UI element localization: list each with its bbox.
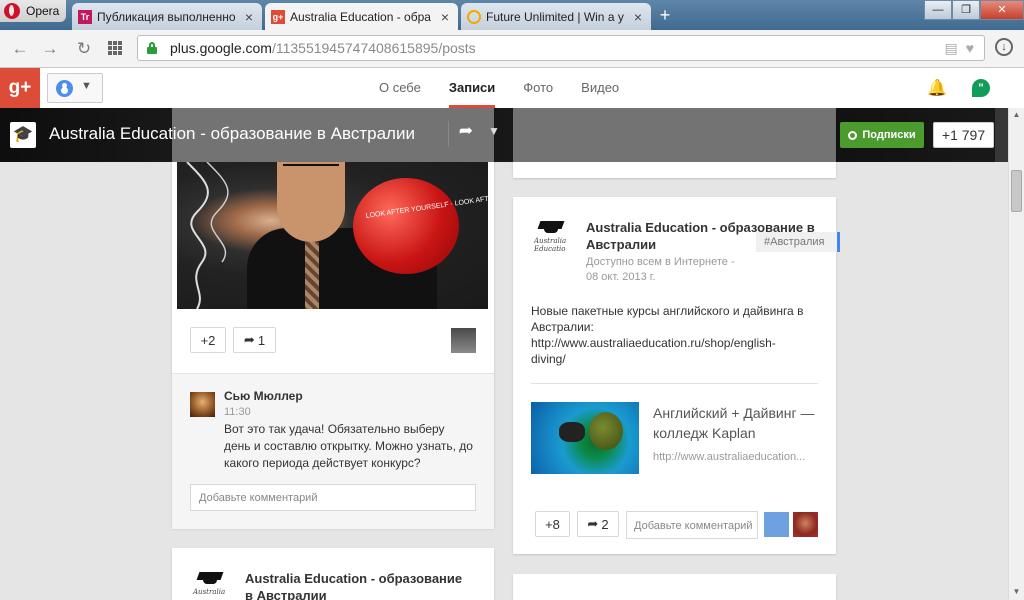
- account-switcher-button[interactable]: ▼: [47, 73, 103, 103]
- speed-dial-grid-icon[interactable]: [108, 41, 122, 55]
- tab-favicon-icon: [467, 9, 481, 24]
- tab-close-icon[interactable]: ×: [631, 9, 645, 25]
- comments-section: Сью Мюллер 11:30 Вот это так удача! Обяз…: [172, 373, 494, 529]
- back-arrow-icon[interactable]: ←: [10, 39, 30, 59]
- forward-arrow-icon[interactable]: →: [40, 39, 60, 59]
- tab-close-icon[interactable]: ×: [438, 9, 452, 25]
- address-actions: ▤ ♥: [944, 40, 974, 57]
- opera-logo-icon: [4, 3, 20, 19]
- avatar[interactable]: [764, 512, 789, 537]
- opera-menu-label: Opera: [26, 4, 60, 18]
- browser-tab-strip: Opera Tr Публикация выполненно × g+ Aust…: [0, 0, 1024, 30]
- gplus-header: g+ ▼ О себе Записи Фото Видео 🔔 ": [0, 68, 1024, 109]
- maximize-icon[interactable]: ❐: [952, 0, 980, 20]
- address-toolbar: ← → ↻ plus.google.com/113551945747408615…: [0, 30, 1024, 68]
- post-card-left-2: Australia Australia Education - образова…: [172, 548, 494, 600]
- profile-avatar[interactable]: 🎓: [10, 122, 36, 148]
- scrollbar-thumb[interactable]: [1011, 170, 1022, 212]
- hashtag-tag[interactable]: #Австралия: [756, 232, 840, 252]
- divider: [531, 383, 818, 384]
- share-button[interactable]: ➦ 1: [233, 327, 276, 353]
- post-link-text[interactable]: http://www.australiaeducation.ru/shop/en…: [531, 335, 801, 367]
- profile-tabs: О себе Записи Фото Видео: [365, 68, 633, 108]
- plus-one-button[interactable]: +2: [190, 327, 226, 353]
- reload-icon[interactable]: ↻: [74, 39, 94, 59]
- close-window-icon[interactable]: ✕: [980, 0, 1024, 20]
- avatar[interactable]: [793, 512, 818, 537]
- chevron-down-icon: ▼: [81, 80, 92, 92]
- chevron-down-icon[interactable]: ▼: [488, 124, 500, 138]
- tab-title: Future Unlimited | Win a y: [486, 9, 624, 24]
- page-scrollbar[interactable]: ▲ ▼: [1008, 108, 1024, 600]
- comment-time: 11:30: [224, 406, 251, 418]
- profile-bar: 🎓 Australia Education - образование в Ав…: [0, 108, 995, 162]
- post-date[interactable]: 08 окт. 2013 г.: [586, 270, 656, 285]
- address-field[interactable]: plus.google.com/113551945747408615895/po…: [137, 35, 985, 61]
- bell-icon[interactable]: 🔔: [927, 78, 947, 98]
- share-count: 2: [601, 516, 609, 532]
- link-preview-title[interactable]: Английский + Дайвинг — колледж Kaplan: [653, 403, 823, 443]
- url-text: plus.google.com/113551945747408615895/po…: [170, 40, 476, 56]
- download-icon[interactable]: ↓: [995, 38, 1013, 56]
- tab-close-icon[interactable]: ×: [242, 9, 256, 25]
- browser-tab-publication[interactable]: Tr Публикация выполненно ×: [72, 3, 262, 30]
- gplus-logo[interactable]: g+: [0, 68, 40, 108]
- follow-label: Подписки: [862, 129, 916, 141]
- share-arrow-icon: ➦: [243, 332, 255, 347]
- hangouts-icon[interactable]: ": [972, 79, 990, 97]
- minimize-icon[interactable]: —: [924, 0, 952, 20]
- heart-icon[interactable]: ♥: [966, 40, 974, 57]
- page-content: LOOK AFTER YOURSELF · LOOK AFTER ONE ANO…: [0, 108, 1008, 600]
- comment-text: Вот это так удача! Обязательно выберу де…: [224, 422, 473, 470]
- link-preview-image[interactable]: [531, 402, 639, 474]
- author-logo[interactable]: Australia: [192, 568, 228, 600]
- plus-one-count[interactable]: +1 797: [933, 122, 994, 148]
- tab-videos[interactable]: Видео: [567, 68, 633, 108]
- post-card-left: LOOK AFTER YOURSELF · LOOK AFTER ONE ANO…: [172, 108, 494, 529]
- lock-icon: [147, 42, 157, 54]
- tab-posts[interactable]: Записи: [435, 68, 509, 108]
- speed-dial-add-icon[interactable]: ▤: [944, 40, 957, 57]
- post-photo[interactable]: LOOK AFTER YOURSELF · LOOK AFTER ONE ANO…: [177, 162, 488, 309]
- profile-name[interactable]: Australia Education - образование в Авст…: [49, 124, 415, 144]
- browser-tab-australia-education[interactable]: g+ Australia Education - обра ×: [265, 3, 458, 30]
- tab-title: Australia Education - обра: [290, 9, 431, 24]
- avatar[interactable]: [451, 328, 476, 353]
- tab-photos[interactable]: Фото: [509, 68, 567, 108]
- scroll-down-icon[interactable]: ▼: [1011, 587, 1022, 598]
- post-text: Новые пакетные курсы английского и дайви…: [531, 304, 804, 334]
- opera-menu-button[interactable]: Opera: [0, 0, 66, 22]
- share-arrow-icon: ➦: [587, 516, 599, 531]
- share-count: 1: [257, 332, 266, 348]
- chalk-drawing: [186, 162, 229, 309]
- post-author-name[interactable]: Australia Education - образование в Авст…: [245, 570, 470, 600]
- link-preview-url[interactable]: http://www.australiaeducation...: [653, 451, 805, 463]
- tab-about[interactable]: О себе: [365, 68, 435, 108]
- post-visibility: Доступно всем в Интернете -: [586, 256, 735, 268]
- plus-one-button[interactable]: +8: [535, 511, 570, 537]
- tab-favicon-icon: g+: [271, 9, 285, 24]
- new-tab-icon[interactable]: +: [655, 6, 675, 24]
- follow-circle-icon: [848, 130, 858, 140]
- tab-favicon-icon: Tr: [78, 9, 92, 24]
- account-avatar-icon: [56, 80, 73, 97]
- commenter-avatar[interactable]: [190, 392, 215, 417]
- scroll-up-icon[interactable]: ▲: [1011, 110, 1022, 121]
- browser-tab-future-unlimited[interactable]: Future Unlimited | Win a y ×: [461, 3, 651, 30]
- window-controls: — ❐ ✕: [924, 0, 1024, 20]
- comment-author[interactable]: Сью Мюллер: [224, 389, 303, 403]
- share-arrow-icon[interactable]: ➦: [448, 121, 473, 147]
- tab-title: Публикация выполненно: [97, 9, 236, 24]
- add-comment-input[interactable]: Добавьте комментарий: [190, 484, 476, 511]
- share-button[interactable]: ➦ 2: [577, 511, 619, 537]
- post-card-right-2: [513, 574, 836, 600]
- add-comment-input[interactable]: Добавьте комментарий: [626, 511, 758, 539]
- follow-button[interactable]: Подписки: [840, 122, 924, 148]
- author-logo[interactable]: Australia Educatio: [533, 217, 569, 253]
